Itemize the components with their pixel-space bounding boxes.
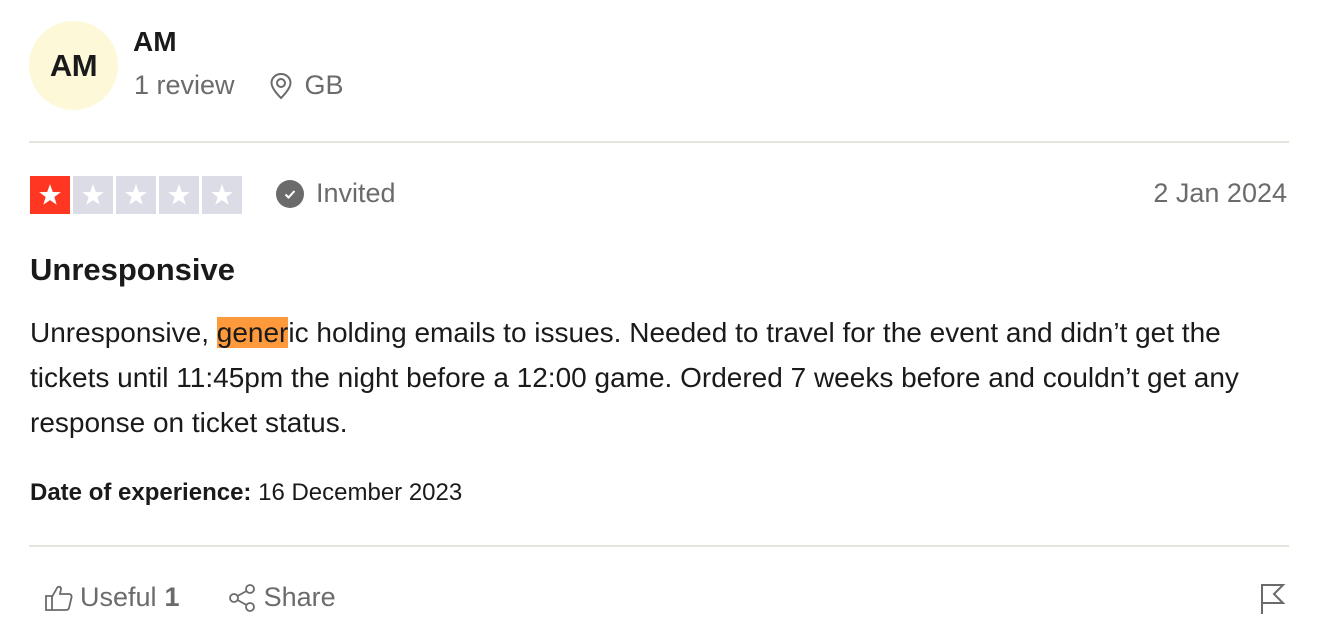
star-empty xyxy=(159,176,199,214)
share-button[interactable]: Share xyxy=(228,582,336,613)
divider xyxy=(29,141,1289,143)
review-body-text: Unresponsive, xyxy=(30,317,217,348)
location-pin-icon xyxy=(270,72,292,99)
date-of-experience-value: 16 December 2023 xyxy=(258,479,463,506)
useful-label: Useful xyxy=(80,582,157,612)
invited-badge[interactable]: Invited xyxy=(276,178,396,209)
star-icon xyxy=(39,184,61,205)
review-count: 1 review xyxy=(134,70,235,100)
report-button[interactable] xyxy=(1259,582,1287,621)
review-actions: Useful 1 Share xyxy=(44,582,336,613)
useful-count: 1 xyxy=(164,582,180,612)
reviewer-name[interactable]: AM xyxy=(133,26,177,58)
star-rating xyxy=(30,176,242,214)
useful-button[interactable]: Useful 1 xyxy=(44,582,180,613)
share-icon xyxy=(228,583,255,612)
reviewer-meta: 1 review GB xyxy=(134,70,344,101)
review-date: 2 Jan 2024 xyxy=(1153,178,1287,208)
date-of-experience-label: Date of experience: xyxy=(30,479,252,506)
share-label: Share xyxy=(263,582,336,612)
star-empty xyxy=(116,176,156,214)
star-icon xyxy=(82,184,104,205)
check-circle-icon xyxy=(276,179,304,208)
star-filled xyxy=(30,176,70,214)
date-of-experience: Date of experience: 16 December 2023 xyxy=(30,479,462,507)
review-title[interactable]: Unresponsive xyxy=(30,252,235,288)
star-empty xyxy=(202,176,242,214)
thumbs-up-icon xyxy=(45,585,73,611)
country-code: GB xyxy=(304,70,344,100)
avatar[interactable]: AM xyxy=(29,21,118,110)
star-icon xyxy=(125,184,147,205)
star-icon xyxy=(211,184,233,205)
invited-label: Invited xyxy=(316,178,396,208)
star-icon xyxy=(168,184,190,205)
highlighted-text: gener xyxy=(216,317,289,348)
review-body: Unresponsive, generic holding emails to … xyxy=(30,310,1290,445)
flag-icon xyxy=(1261,584,1286,614)
reviewer-location: GB xyxy=(269,70,344,101)
divider xyxy=(29,545,1289,547)
star-empty xyxy=(73,176,113,214)
